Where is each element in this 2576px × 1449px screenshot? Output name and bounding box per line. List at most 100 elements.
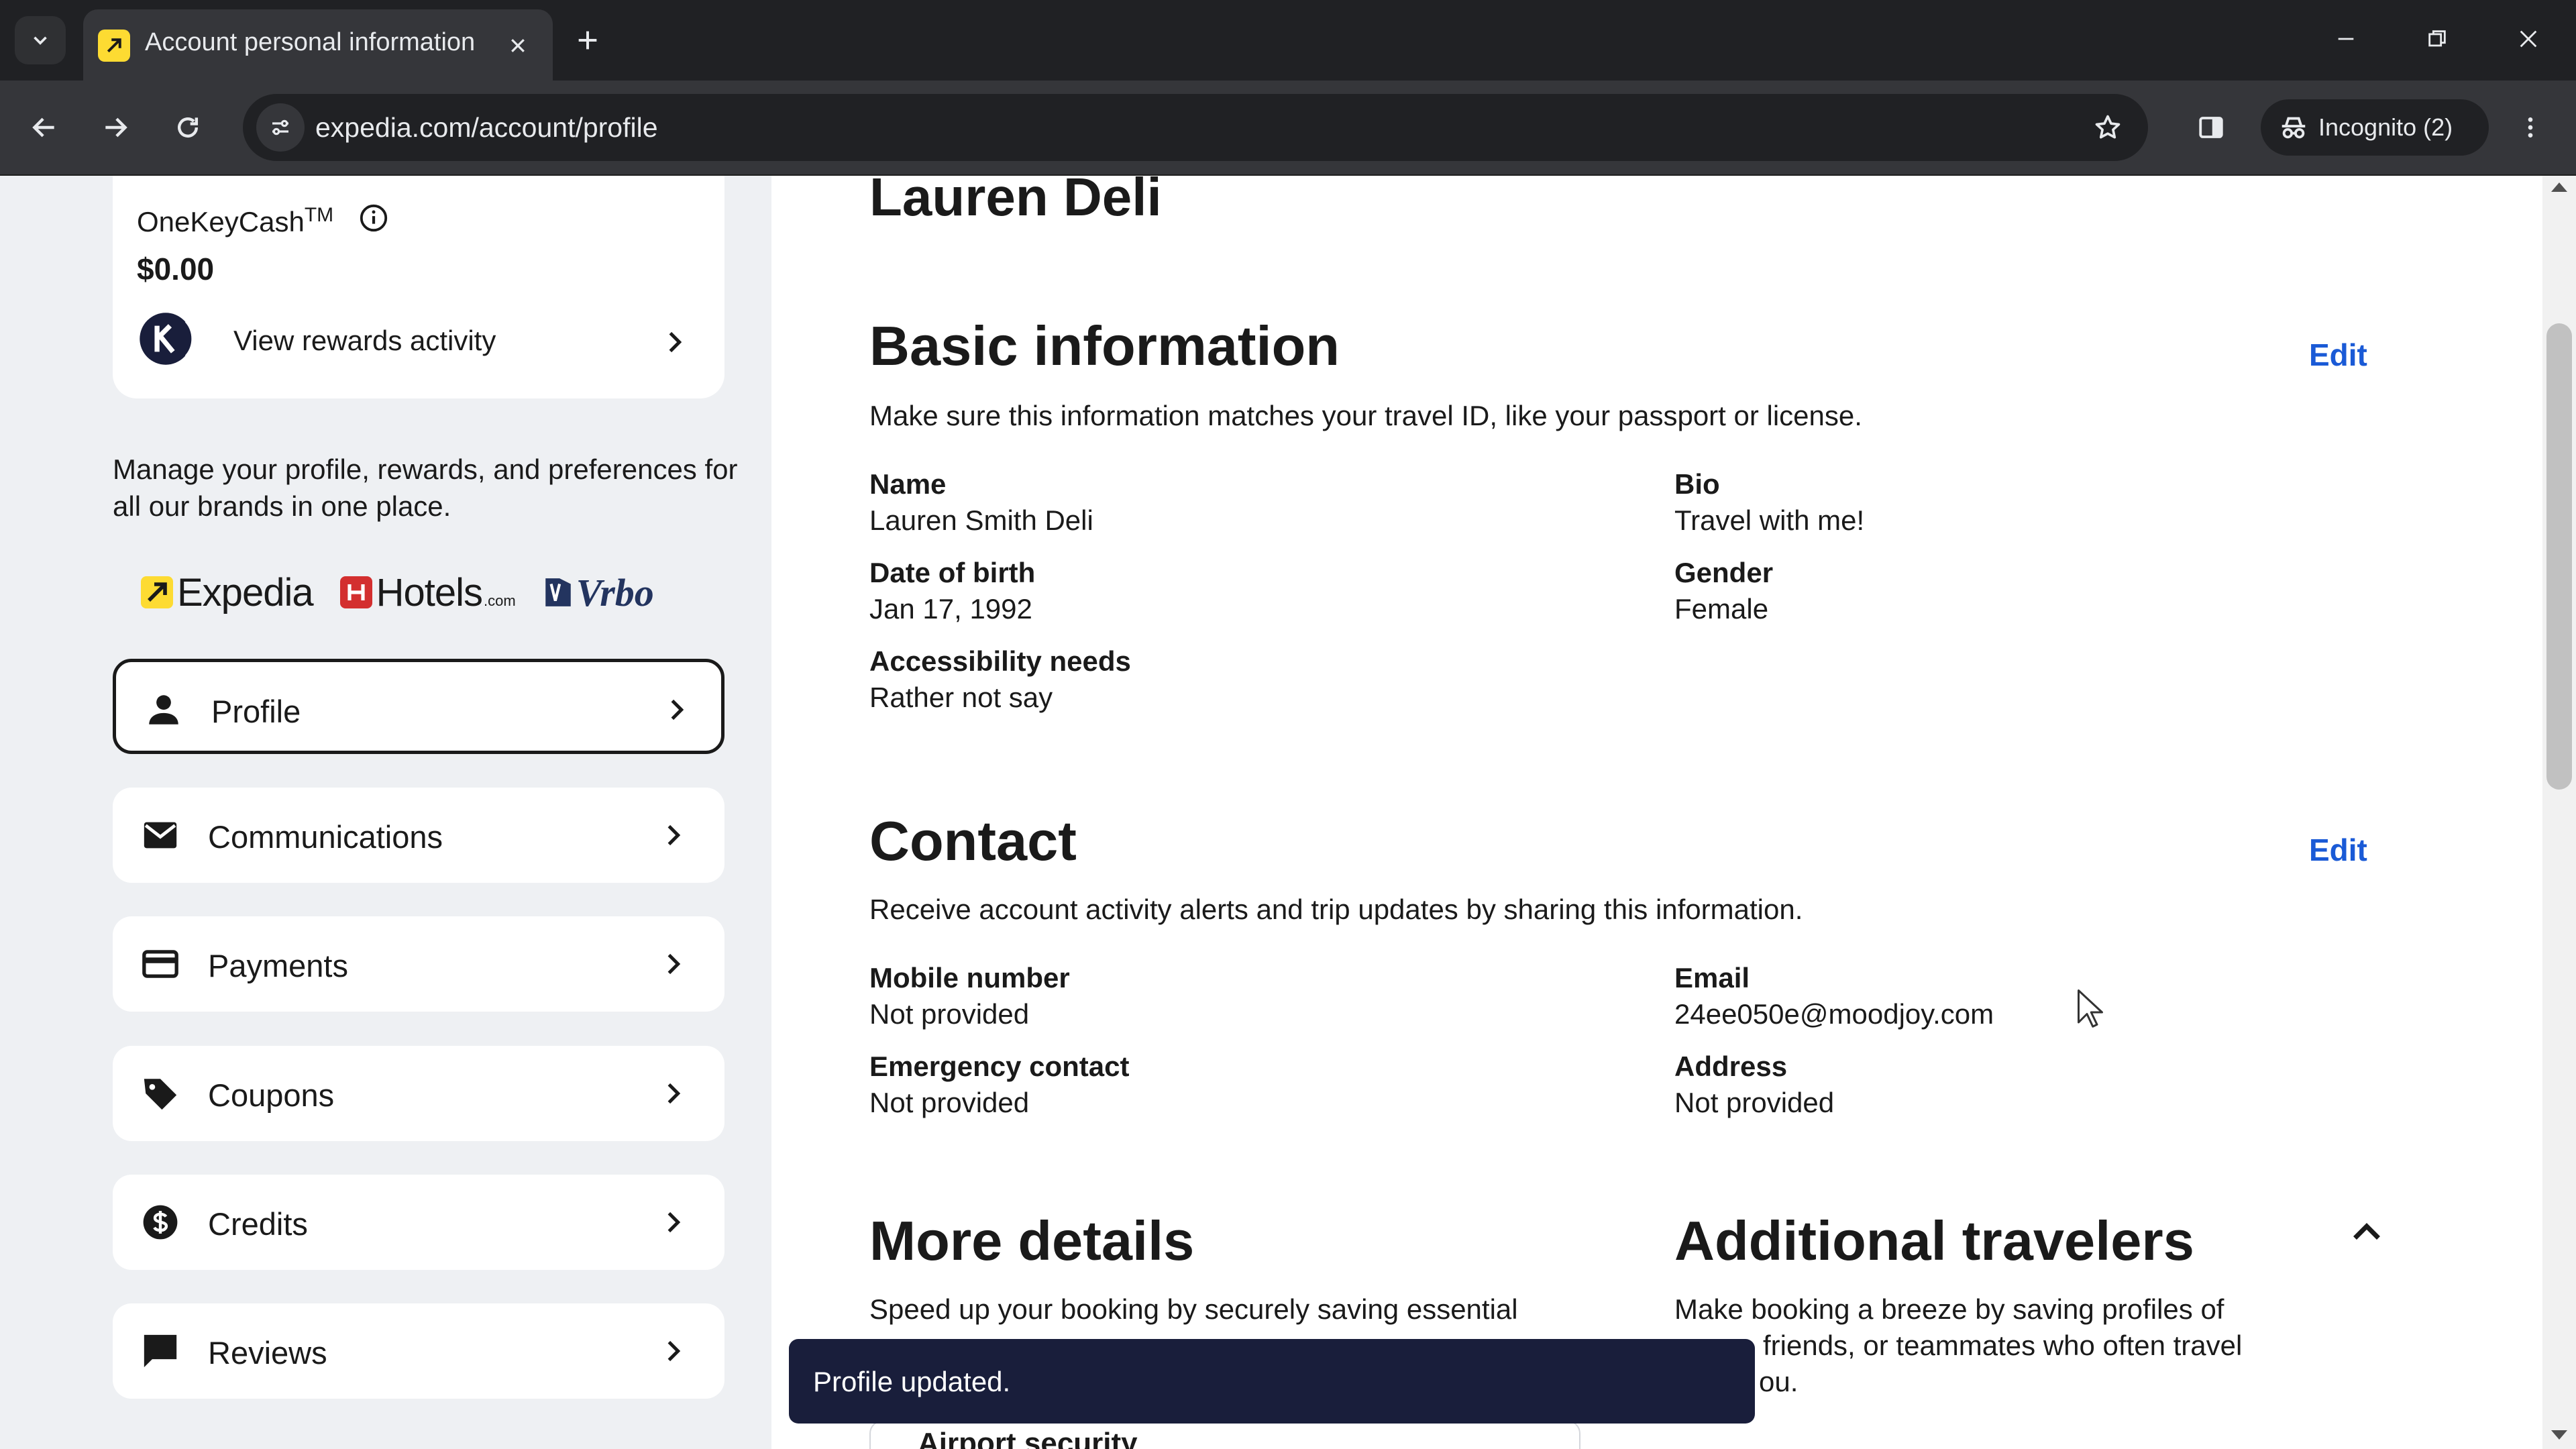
- accessibility-label: Accessibility needs: [869, 645, 1131, 677]
- chevron-right-icon: [667, 1212, 681, 1233]
- mobile-label: Mobile number: [869, 962, 1070, 994]
- chevron-down-icon: [34, 36, 47, 45]
- chevron-right-icon[interactable]: [661, 329, 688, 356]
- close-icon: [2520, 30, 2537, 48]
- nav-item-coupons[interactable]: Coupons: [113, 1046, 724, 1141]
- profile-main-content: Lauren Deli Basic information Edit Make …: [773, 176, 2477, 1449]
- vrbo-logo: Vrbo: [543, 570, 654, 615]
- mouse-cursor-icon: [2078, 989, 2103, 1028]
- more-vert-icon: [2528, 117, 2533, 138]
- browser-menu-button[interactable]: [2504, 101, 2557, 154]
- plus-icon: [578, 31, 597, 50]
- more-details-description: Speed up your booking by securely saving…: [869, 1293, 1518, 1325]
- chevron-right-icon: [667, 953, 681, 975]
- hotels-suffix: .com: [484, 592, 516, 609]
- basic-info-edit-button[interactable]: Edit: [2309, 337, 2367, 373]
- chevron-up-icon[interactable]: [2347, 1213, 2387, 1253]
- vrbo-wordmark: Vrbo: [576, 570, 654, 614]
- nav-label-coupons: Coupons: [208, 1077, 335, 1113]
- scroll-up-arrow-icon[interactable]: [2551, 182, 2567, 192]
- page-viewport: OneKeyCashTM $0.00 View rewards activity…: [0, 176, 2576, 1449]
- minimize-button[interactable]: [2316, 13, 2376, 64]
- name-value: Lauren Smith Deli: [869, 504, 1093, 536]
- hotels-logo-icon: [339, 576, 372, 608]
- reload-button[interactable]: [161, 101, 215, 154]
- chevron-right-icon: [667, 1083, 681, 1104]
- view-rewards-link[interactable]: View rewards activity: [233, 325, 496, 357]
- close-icon: [511, 39, 525, 52]
- close-window-button[interactable]: [2498, 13, 2559, 64]
- additional-travelers-description-3: ou.: [1759, 1366, 1799, 1397]
- nav-item-payments[interactable]: Payments: [113, 916, 724, 1012]
- contact-edit-button[interactable]: Edit: [2309, 832, 2367, 868]
- gender-value: Female: [1674, 593, 1769, 625]
- forward-button[interactable]: [89, 101, 142, 154]
- dob-label: Date of birth: [869, 557, 1036, 588]
- nav-item-communications[interactable]: Communications: [113, 788, 724, 883]
- incognito-label: Incognito (2): [2318, 113, 2453, 141]
- manage-description: Manage your profile, rewards, and prefer…: [113, 453, 738, 522]
- browser-tab-strip: Account personal information: [0, 0, 2576, 80]
- hotels-logo: Hotels .com: [339, 570, 516, 615]
- side-panel-icon: [2199, 117, 2223, 138]
- basic-info-description: Make sure this information matches your …: [869, 400, 1862, 431]
- info-icon[interactable]: [358, 203, 389, 233]
- new-tab-button[interactable]: [566, 19, 609, 62]
- additional-travelers-description-2: friends, or teammates who often travel: [1763, 1330, 2243, 1361]
- browser-tab-active[interactable]: Account personal information: [83, 9, 553, 80]
- expedia-logo: Expedia: [141, 570, 314, 615]
- arrow-right-icon: [105, 117, 127, 138]
- incognito-indicator[interactable]: Incognito (2): [2261, 99, 2489, 156]
- more-details-title: More details: [869, 1210, 1195, 1272]
- bookmark-star-button[interactable]: [2084, 103, 2132, 152]
- airport-security-card[interactable]: Airport security: [869, 1420, 1580, 1449]
- tab-close-button[interactable]: [496, 24, 539, 67]
- hotels-wordmark: Hotels: [376, 570, 483, 614]
- scrollbar-thumb[interactable]: [2546, 323, 2572, 790]
- address-bar[interactable]: expedia.com/account/profile: [243, 94, 2148, 161]
- basic-info-title: Basic information: [869, 315, 1340, 377]
- tune-icon: [272, 119, 288, 136]
- back-button[interactable]: [17, 101, 71, 154]
- additional-travelers-description-1: Make booking a breeze by saving profiles…: [1674, 1293, 2224, 1325]
- mobile-value: Not provided: [869, 998, 1030, 1030]
- tag-icon: [144, 1079, 177, 1110]
- nav-item-reviews[interactable]: Reviews: [113, 1303, 724, 1399]
- emergency-contact-label: Emergency contact: [869, 1051, 1130, 1082]
- nav-label-reviews: Reviews: [208, 1335, 327, 1371]
- url-text: expedia.com/account/profile: [315, 112, 658, 143]
- toast-message: Profile updated.: [813, 1366, 1011, 1397]
- email-value: 24ee050e@moodjoy.com: [1674, 998, 1994, 1030]
- side-panel-button[interactable]: [2184, 101, 2238, 154]
- brand-logos: Expedia Hotels .com Vrbo: [141, 569, 681, 616]
- nav-item-profile[interactable]: Profile: [113, 659, 724, 754]
- browser-toolbar: expedia.com/account/profile Incognito (2…: [0, 80, 2576, 176]
- bio-value: Travel with me!: [1674, 504, 1865, 536]
- expedia-favicon-icon: [98, 30, 130, 62]
- expedia-logo-icon: [141, 576, 173, 608]
- nav-item-credits[interactable]: Credits: [113, 1175, 724, 1270]
- contact-title: Contact: [869, 810, 1077, 872]
- contact-description: Receive account activity alerts and trip…: [869, 894, 1803, 925]
- comment-icon: [144, 1334, 177, 1368]
- nav-label-payments: Payments: [208, 948, 348, 983]
- user-name-heading: Lauren Deli: [869, 176, 1162, 227]
- bio-label: Bio: [1674, 468, 1720, 500]
- address-value: Not provided: [1674, 1087, 1835, 1118]
- site-info-button[interactable]: [256, 103, 305, 152]
- chevron-right-icon: [667, 1340, 681, 1362]
- dollar-circle-icon: [143, 1205, 178, 1240]
- scroll-down-arrow-icon[interactable]: [2551, 1430, 2567, 1440]
- incognito-icon: [2282, 117, 2306, 139]
- airport-security-title: Airport security: [918, 1427, 1138, 1449]
- tab-search-button[interactable]: [15, 16, 66, 64]
- address-label: Address: [1674, 1051, 1788, 1082]
- restore-button[interactable]: [2407, 13, 2467, 64]
- accessibility-value: Rather not say: [869, 682, 1053, 713]
- reload-icon: [177, 117, 199, 138]
- emergency-contact-value: Not provided: [869, 1087, 1030, 1118]
- profile-updated-toast: Profile updated.: [789, 1339, 1755, 1424]
- minimize-icon: [2338, 38, 2354, 40]
- page-scrollbar[interactable]: [2542, 176, 2576, 1449]
- mail-icon: [144, 822, 177, 849]
